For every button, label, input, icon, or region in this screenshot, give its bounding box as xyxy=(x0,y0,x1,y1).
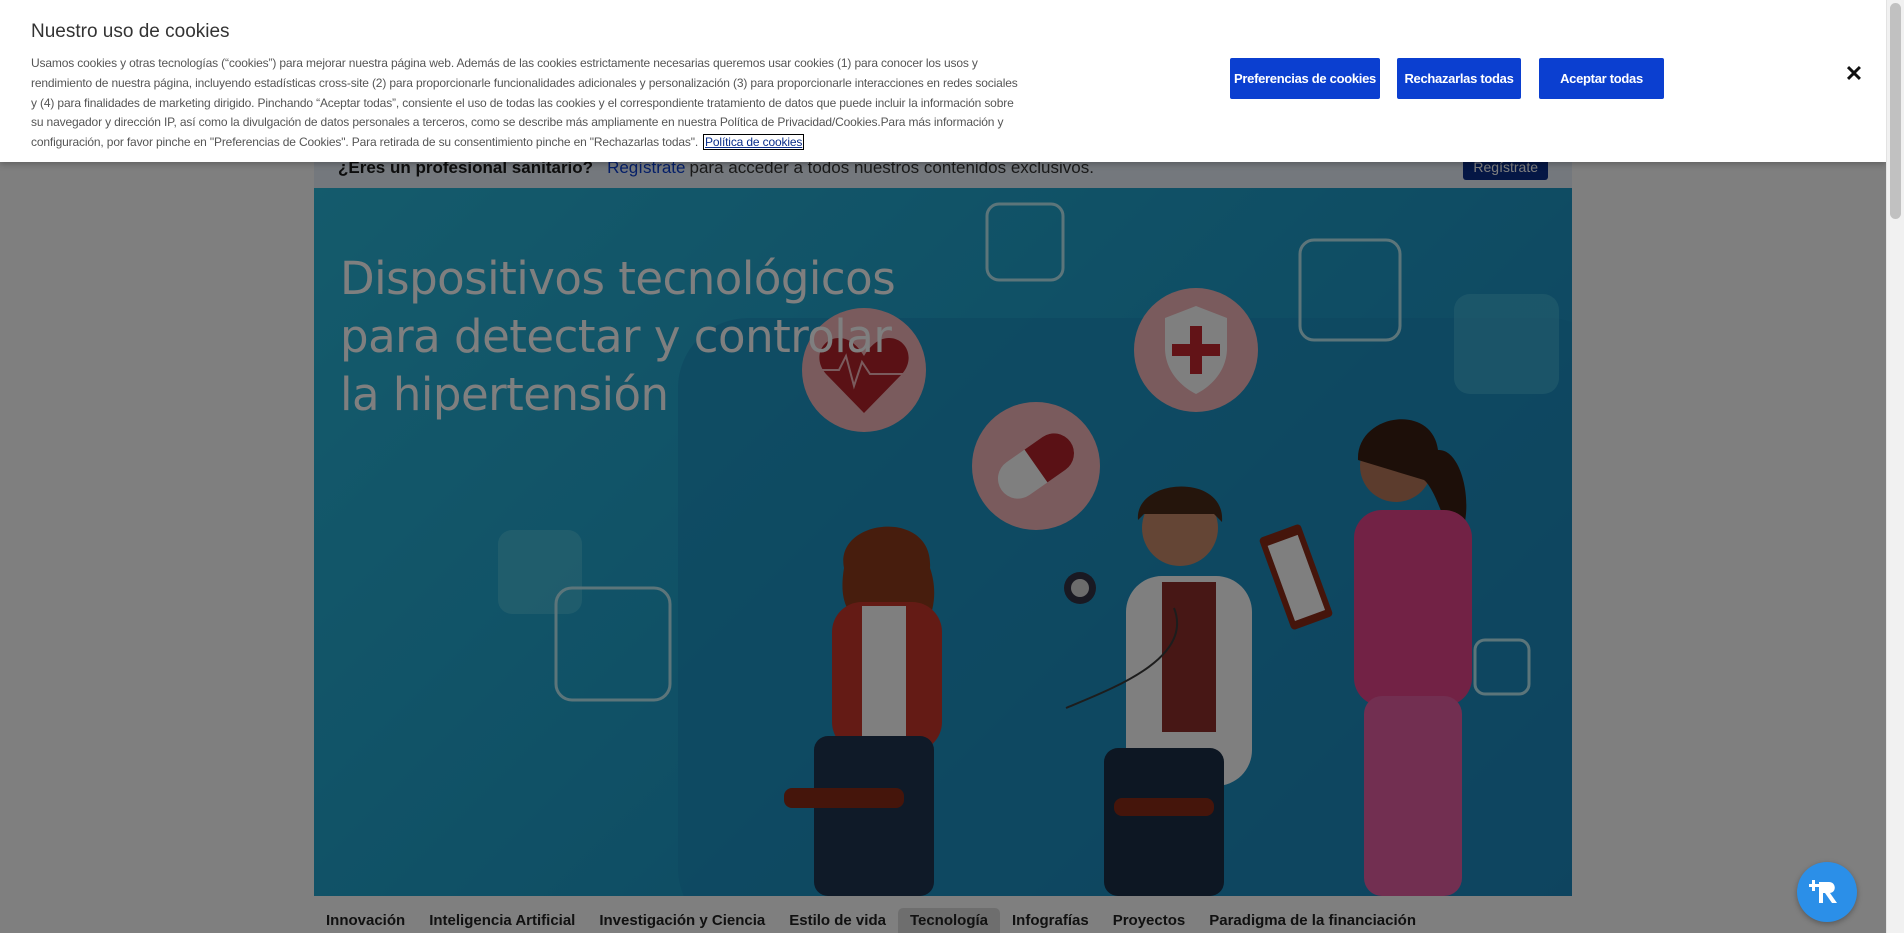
cookie-banner-text: Usamos cookies y otras tecnologías (“coo… xyxy=(31,54,1019,153)
scrollbar[interactable] xyxy=(1886,0,1904,933)
accept-all-button[interactable]: Aceptar todas xyxy=(1539,58,1664,99)
close-icon[interactable]: ✕ xyxy=(1844,63,1864,85)
accessibility-icon xyxy=(1809,880,1837,903)
cookie-banner: Nuestro uso de cookies Usamos cookies y … xyxy=(0,0,1886,162)
cookie-policy-link[interactable]: Política de cookies xyxy=(703,134,805,151)
accessibility-widget-button[interactable] xyxy=(1797,862,1857,922)
cookie-banner-title: Nuestro uso de cookies xyxy=(31,21,230,42)
cookie-banner-body: Usamos cookies y otras tecnologías (“coo… xyxy=(31,56,1018,150)
reject-all-button[interactable]: Rechazarlas todas xyxy=(1397,58,1521,99)
scrollbar-thumb[interactable] xyxy=(1890,3,1901,219)
cookie-preferences-button[interactable]: Preferencias de cookies xyxy=(1230,58,1380,99)
